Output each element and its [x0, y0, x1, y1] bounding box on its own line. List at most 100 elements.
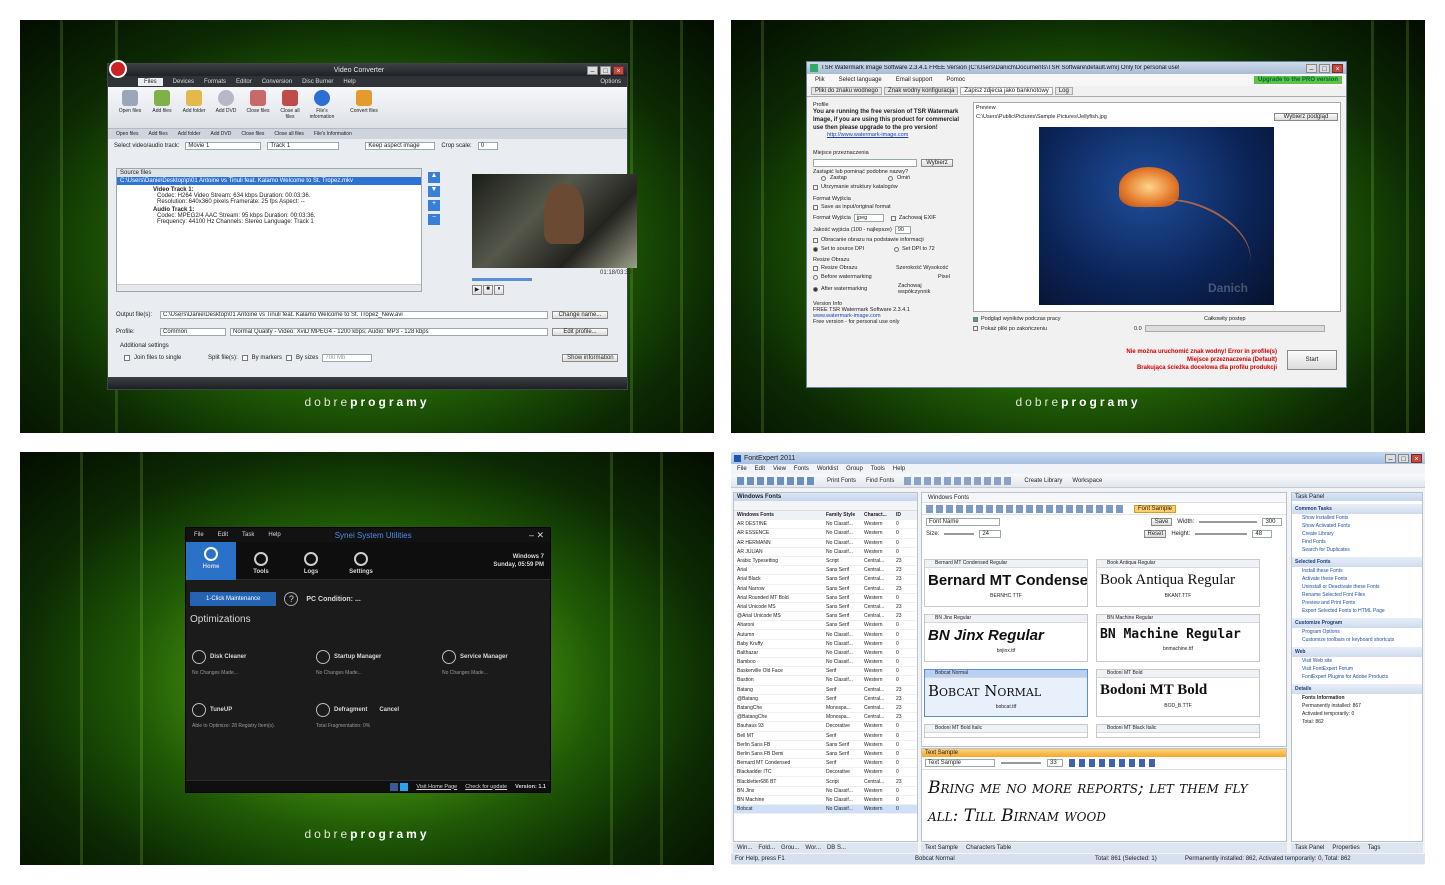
tab-groups[interactable]: Grou...: [781, 845, 799, 851]
maximize-button[interactable]: □: [600, 65, 611, 75]
twitter-icon[interactable]: [400, 782, 409, 791]
menu-pomoc[interactable]: Pomoc: [946, 77, 965, 83]
tab-editor[interactable]: Editor: [236, 79, 252, 85]
dpi-source-radio[interactable]: [813, 246, 818, 252]
tab-files-to-watermark[interactable]: Pliki do znaku wodnego: [811, 87, 883, 95]
dpi-72-radio[interactable]: [894, 246, 899, 252]
menu-task[interactable]: Task: [242, 532, 254, 538]
font-card[interactable]: Bodoni MT Bold Italic: [924, 724, 1088, 738]
tab-text-sample[interactable]: Text Sample: [925, 845, 958, 851]
nav-logs[interactable]: Logs: [286, 547, 336, 575]
menu-email-support[interactable]: Email support: [896, 77, 933, 83]
font-list-row[interactable]: Bobcat No Classif... Western 0: [734, 805, 917, 815]
tab-folders[interactable]: Fold...: [758, 845, 775, 851]
font-list-row[interactable]: Baby Kruffy No Classif... Western 0: [734, 640, 917, 649]
source-file-row[interactable]: C:\Users\Danie\Desktop\p\01 Antoine vs T…: [117, 177, 421, 185]
font-list-row[interactable]: Batang Serif Central... 23: [734, 686, 917, 695]
task-link[interactable]: Export Selected Fonts to HTML Page: [1292, 607, 1422, 615]
after-wm-radio[interactable]: [813, 286, 818, 292]
font-list-row[interactable]: AR HERMANN No Classif... Western 0: [734, 539, 917, 548]
minimize-button[interactable]: –: [1306, 63, 1317, 73]
file-info-button[interactable]: File's information: [308, 90, 336, 125]
menu-file[interactable]: File: [737, 466, 747, 472]
by-sizes-checkbox[interactable]: [286, 355, 293, 361]
toolbar-icons-2[interactable]: [904, 476, 1015, 485]
nav-settings[interactable]: Settings: [336, 547, 386, 575]
tab-characters-table[interactable]: Characters Table: [966, 845, 1011, 851]
font-list-row[interactable]: Arial Narrow Sans Serif Central... 23: [734, 585, 917, 594]
add-icon[interactable]: +: [428, 200, 440, 211]
preview-while-working-checkbox[interactable]: [973, 316, 978, 322]
add-files-button[interactable]: Add files: [148, 90, 176, 125]
task-link[interactable]: Create Library: [1292, 530, 1422, 538]
remove-icon[interactable]: −: [428, 214, 440, 225]
quick-close-files[interactable]: Close files: [241, 131, 264, 137]
size-select[interactable]: 700 Mb: [322, 354, 373, 362]
font-list-row[interactable]: Bernard MT Condensed Serif Western 0: [734, 759, 917, 769]
font-list-row[interactable]: Arial Rounded MT Bold Sans Serif Western 0: [734, 594, 917, 603]
task-link[interactable]: Activate these Fonts: [1292, 575, 1422, 583]
show-files-checkbox[interactable]: [973, 326, 978, 331]
save-button[interactable]: Save: [1150, 518, 1173, 526]
menu-edit[interactable]: Edit: [755, 466, 765, 472]
defragment-item[interactable]: Defragment Cancel Total Fragmentation: 0%: [316, 703, 456, 729]
keep-structure-checkbox[interactable]: [813, 184, 818, 190]
quick-add-dvd[interactable]: Add DVD: [211, 131, 232, 137]
menu-group[interactable]: Group: [846, 466, 863, 472]
service-manager-item[interactable]: Service Manager No Changes Made...: [442, 650, 552, 676]
close-all-files-button[interactable]: Close all files: [276, 90, 304, 125]
convert-files-button[interactable]: Convert files: [350, 90, 378, 125]
font-sample-button[interactable]: Font Sample: [1134, 504, 1177, 513]
view-icons[interactable]: [926, 504, 1126, 513]
tab-log[interactable]: Log: [1054, 87, 1073, 95]
font-list-row[interactable]: Arial Unicode MS Sans Serif Central... 23: [734, 603, 917, 613]
tab-db[interactable]: DB S...: [827, 845, 846, 851]
one-click-maintenance-button[interactable]: 1-Click Maintenance: [190, 592, 277, 606]
font-card[interactable]: BN Machine Regular BN Machine Regular bnma…: [1096, 614, 1260, 662]
pause-icon[interactable]: ⏸: [494, 285, 504, 295]
cancel-button[interactable]: Cancel: [379, 707, 399, 713]
font-list-row[interactable]: Balthazar No Classif... Western 0: [734, 649, 917, 658]
menu-tools[interactable]: Tools: [871, 466, 885, 472]
tab-help[interactable]: Help: [343, 79, 355, 85]
create-library-button[interactable]: Create Library: [1024, 478, 1062, 484]
before-wm-radio[interactable]: [813, 274, 818, 280]
close-button[interactable]: ×: [1332, 63, 1343, 73]
task-link[interactable]: Show Installed Fonts: [1292, 514, 1422, 522]
font-list-row[interactable]: BN Machine No Classif... Western 0: [734, 796, 917, 805]
tab-save-images[interactable]: Zapisz zdjecia jako banknotowy: [960, 87, 1053, 95]
seek-bar[interactable]: [472, 278, 532, 281]
move-down-icon[interactable]: ▼: [428, 186, 440, 197]
horizontal-scrollbar[interactable]: [117, 284, 421, 291]
change-name-button[interactable]: Change name...: [552, 311, 608, 319]
join-checkbox[interactable]: [124, 355, 130, 361]
text-size-input[interactable]: 33: [1047, 759, 1063, 767]
add-dvd-button[interactable]: Add DVD: [212, 90, 240, 125]
menu-help[interactable]: Help: [893, 466, 905, 472]
check-update-link[interactable]: Check for update: [465, 784, 507, 790]
window-controls[interactable]: – ✕: [529, 530, 544, 541]
destination-field[interactable]: [813, 159, 917, 167]
font-list-row[interactable]: Berlin Sans FB Sans Serif Western 0: [734, 741, 917, 750]
font-card[interactable]: Bernard MT Condensed Regular Bernard MT C…: [924, 559, 1088, 607]
font-list-row[interactable]: Autumn No Classif... Western 0: [734, 630, 917, 640]
quick-file-info[interactable]: File's Information: [314, 131, 352, 137]
height-input[interactable]: 48: [1252, 530, 1273, 538]
font-list-row[interactable]: Bell MT Serif Western 0: [734, 732, 917, 741]
task-link[interactable]: Program Options: [1292, 628, 1422, 636]
edit-profile-button[interactable]: Edit profile...: [552, 328, 608, 336]
choose-preview-button[interactable]: Wybierz podgląd: [1274, 113, 1338, 121]
width-input[interactable]: 300: [1262, 518, 1282, 526]
skip-radio[interactable]: [888, 175, 893, 181]
menu-select-language[interactable]: Select language: [839, 77, 882, 83]
task-link[interactable]: Find Fonts: [1292, 538, 1422, 546]
format-select[interactable]: jpeg: [853, 214, 884, 222]
font-list-row[interactable]: Bauhaus 93 Decorative Western 0: [734, 722, 917, 732]
font-list-row[interactable]: Berlin Sans FB Demi Sans Serif Western 0: [734, 750, 917, 760]
maximize-button[interactable]: □: [1319, 63, 1330, 73]
resize-checkbox[interactable]: [813, 265, 818, 271]
output-path-field[interactable]: C:\Users\Danie\Desktop\01 Antoine vs Tin…: [160, 311, 548, 319]
workspace-button[interactable]: Workspace: [1072, 478, 1102, 484]
replace-radio[interactable]: [821, 175, 826, 181]
font-list-row[interactable]: @BatangChe Monospa... Central... 23: [734, 713, 917, 723]
